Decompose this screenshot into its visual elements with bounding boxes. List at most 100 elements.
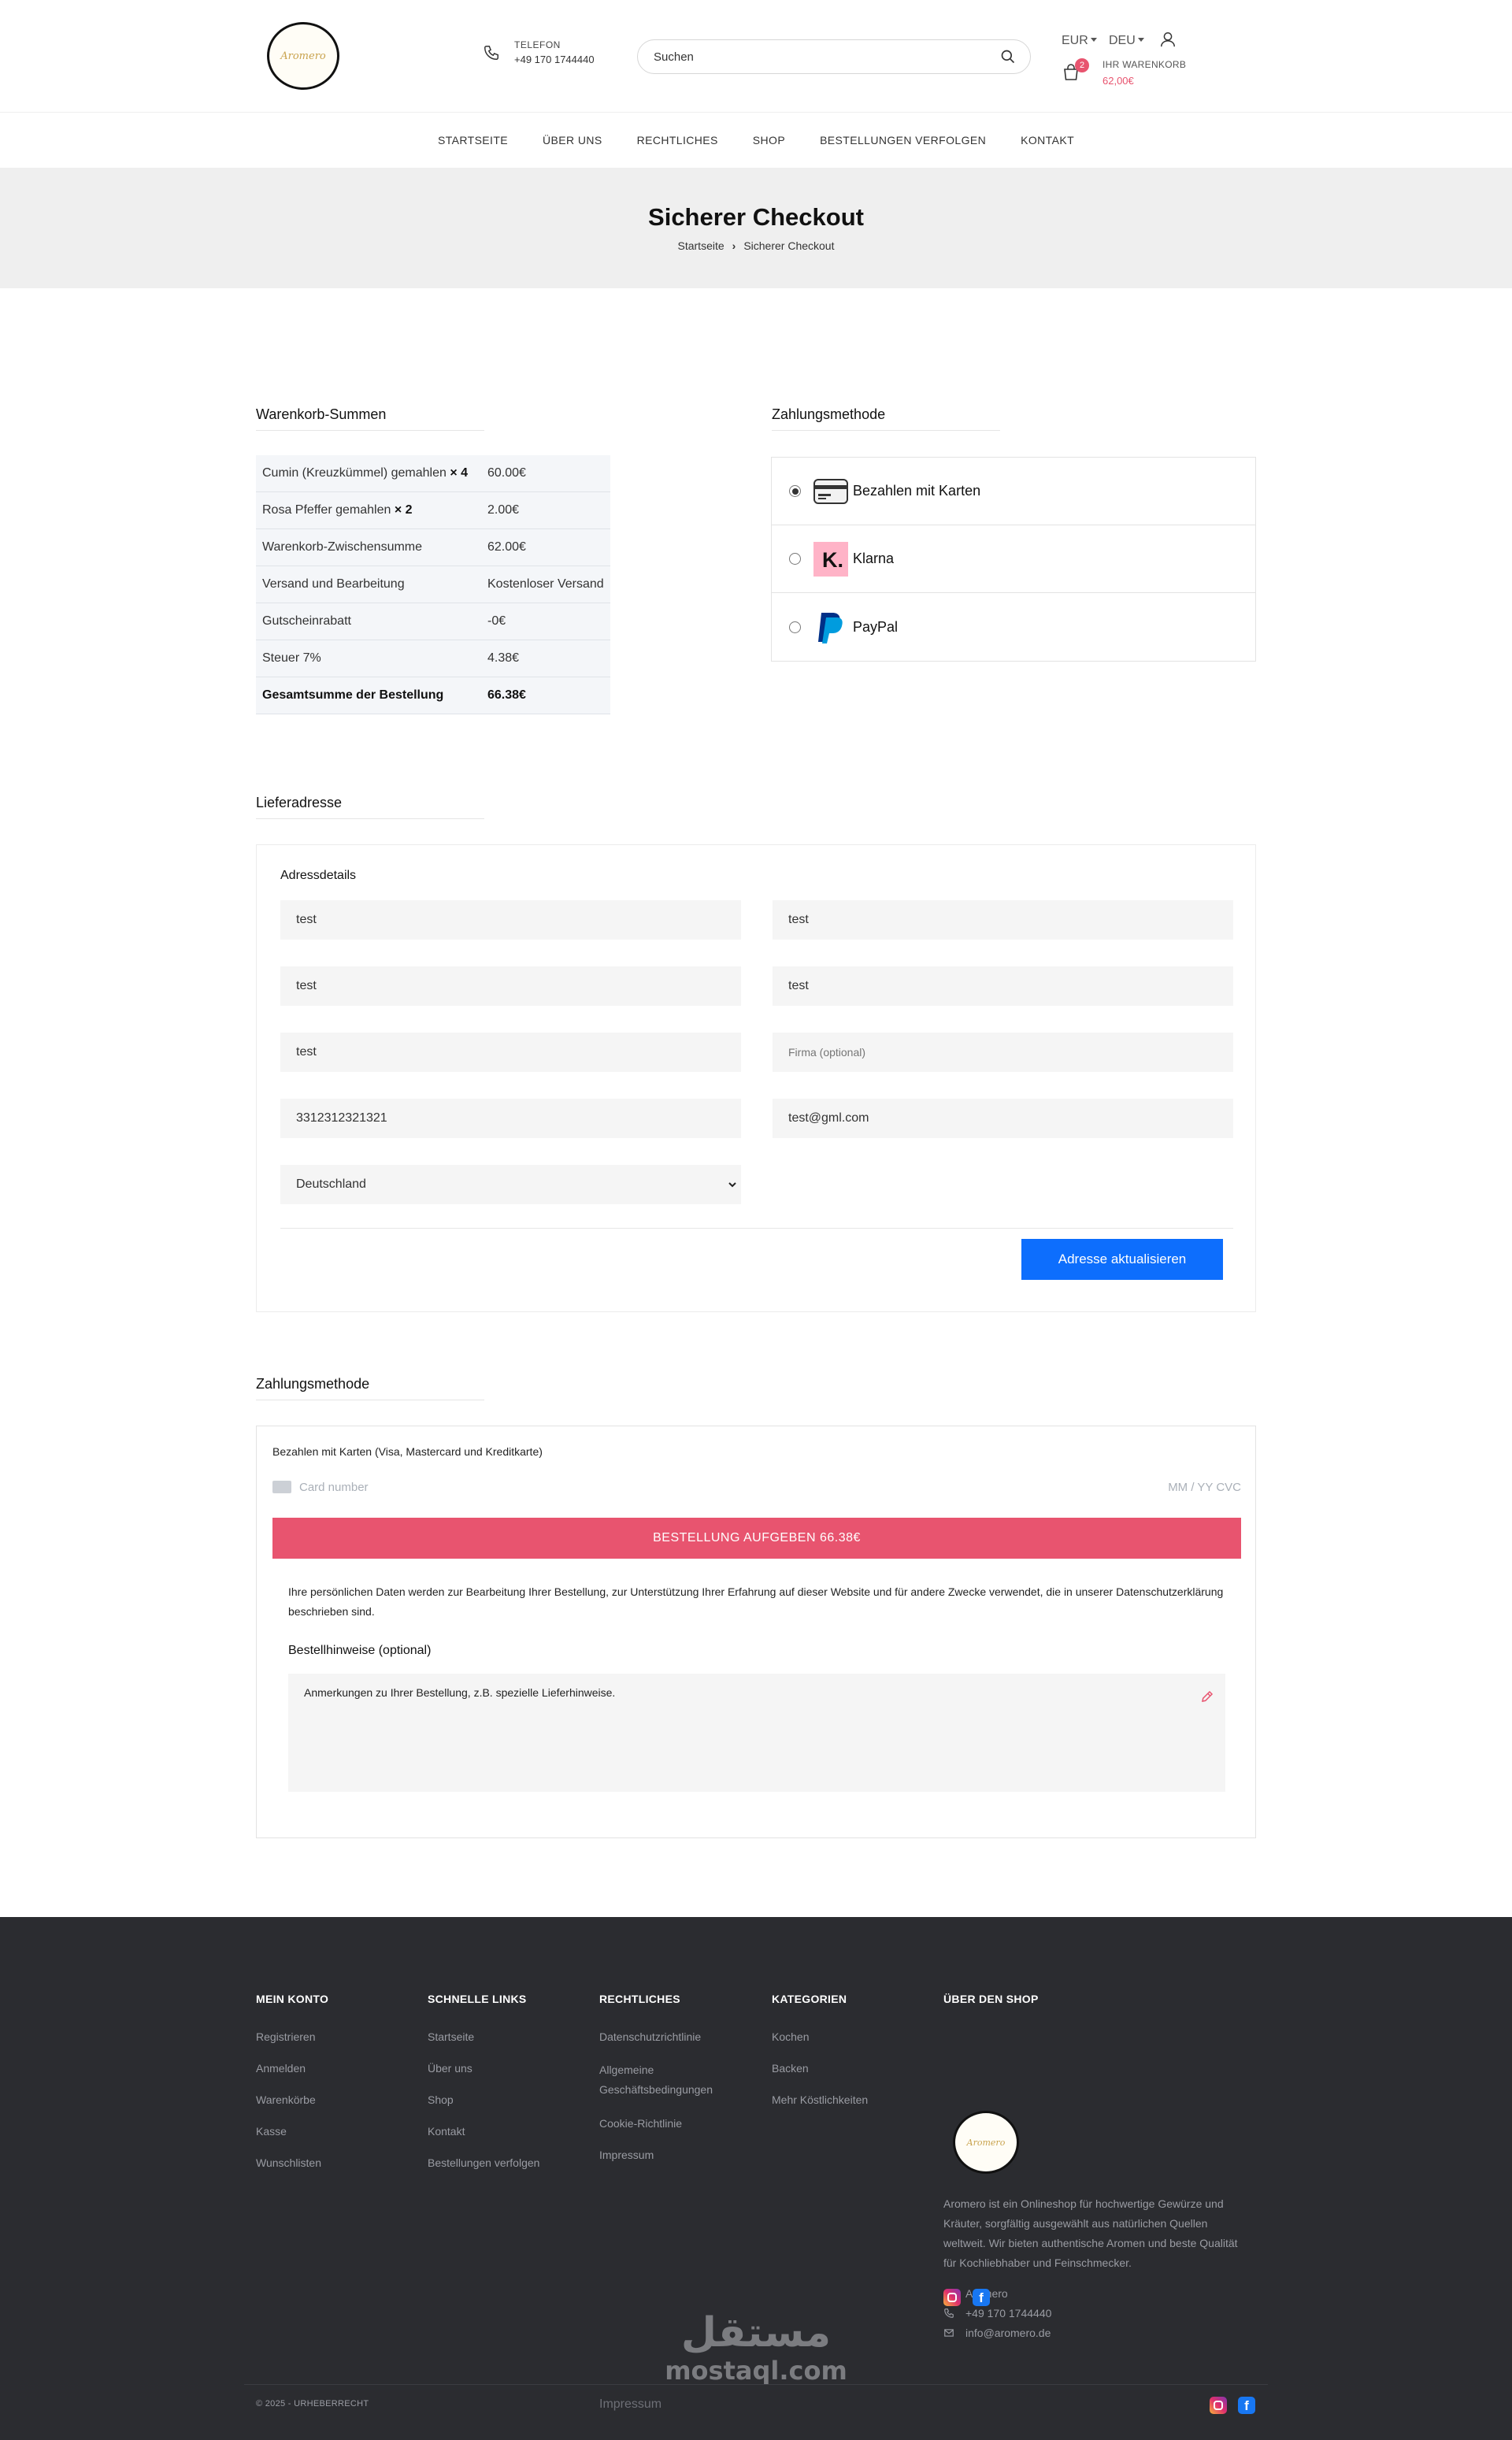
footer-link[interactable]: Kontakt [428,2123,539,2139]
footer-column-title: SCHNELLE LINKS [428,1993,527,2005]
zip-field[interactable] [280,1033,741,1072]
cart-totals-heading: Warenkorb-Summen [256,406,485,431]
klarna-icon: K. [813,541,848,577]
facebook-icon[interactable]: f [973,2289,990,2306]
footer-link[interactable]: Startseite [428,2029,539,2045]
shipping-address-heading: Lieferadresse [256,795,485,819]
paypal-icon [813,610,848,644]
order-notes-label: Bestellhinweise (optional) [288,1644,432,1657]
footer-link[interactable]: Impressum [599,2147,749,2163]
watermark-arabic: مستقل [680,2309,832,2357]
payment-option-paypal[interactable]: PayPal [772,593,1255,661]
divider [244,2384,1268,2385]
footer-link[interactable]: Kasse [256,2123,328,2139]
footer-link[interactable]: Warenkörbe [256,2092,328,2108]
footer-link[interactable]: Anmelden [256,2060,328,2076]
instagram-icon[interactable] [1210,2397,1227,2414]
table-row: Versand und Bearbeitung Kostenloser Vers… [256,566,610,603]
credit-card-icon [813,474,848,509]
totals-item-name: Rosa Pfeffer gemahlen × 2 [256,491,481,529]
card-brand-icon [272,1481,291,1493]
card-input[interactable]: Card number MM / YY CVC [272,1475,1241,1499]
city-field[interactable] [773,966,1233,1006]
phone-field[interactable] [280,1099,741,1138]
country-value: Deutschland [296,1177,366,1191]
payment-option-cards[interactable]: Bezahlen mit Karten [772,458,1255,525]
privacy-notice: Ihre persönlichen Daten werden zur Bearb… [288,1585,1224,1618]
payment-heading: Zahlungsmethode [256,1376,485,1400]
footer-link[interactable]: Backen [772,2060,868,2076]
company-field[interactable] [773,1033,1233,1072]
table-row: Rosa Pfeffer gemahlen × 2 2.00€ [256,491,610,529]
update-address-button[interactable]: Adresse aktualisieren [1021,1239,1223,1280]
footer-link[interactable]: Registrieren [256,2029,328,2045]
totals-item-price: 2.00€ [481,491,610,529]
tax-value: 4.38€ [481,640,610,677]
address-form: Adressdetails Deutschland Adresse aktual… [256,844,1256,1312]
discount-label: Gutscheinrabatt [256,603,481,640]
footer-logo-text: Aromero [966,2137,1006,2148]
order-notes-textarea[interactable] [288,1674,1225,1792]
mail-icon [944,2329,954,2337]
payment-methods-heading: Zahlungsmethode [772,406,1001,431]
subtotal-label: Warenkorb-Zwischensumme [256,528,481,566]
footer-link[interactable]: Allgemeine Geschäftsbedingungen [599,2060,749,2100]
country-select[interactable]: Deutschland [280,1165,741,1204]
place-order-button[interactable]: BESTELLUNG AUFGEBEN 66.38€ [272,1518,1241,1559]
payment-description: Bezahlen mit Karten (Visa, Mastercard un… [272,1445,543,1458]
table-row: Warenkorb-Zwischensumme 62.00€ [256,528,610,566]
payment-radio-cards[interactable] [789,485,801,497]
copyright: © 2025 - URHEBERRECHT [256,2399,369,2408]
facebook-icon[interactable]: f [1238,2397,1255,2414]
footer-link[interactable]: Datenschutzrichtlinie [599,2029,749,2045]
payment-label-klarna: Klarna [853,551,895,566]
cart-totals-table: Cumin (Kreuzkümmel) gemahlen × 4 60.00€ … [256,455,610,714]
street-field[interactable] [280,966,741,1006]
footer-column-title: RECHTLICHES [599,1993,680,2005]
payment-option-klarna[interactable]: K. Klarna [772,525,1255,593]
watermark: مستقل mostaql.com [663,2309,849,2385]
footer-link[interactable]: Shop [428,2092,539,2108]
footer-column-quick-links: SCHNELLE LINKS Startseite Über uns Shop … [428,1993,539,2186]
footer-link[interactable]: Mehr Köstlichkeiten [772,2092,868,2108]
footer-contact-phone: +49 170 1744440 [943,2307,1051,2319]
footer-column-account: MEIN KONTO Registrieren Anmelden Warenkö… [256,1993,328,2186]
footer-imprint-link[interactable]: Impressum [599,2397,662,2412]
footer-link[interactable]: Cookie-Richtlinie [599,2116,749,2131]
footer-contact-email[interactable]: info@aromero.de [943,2327,1051,2339]
card-number-placeholder[interactable]: Card number [299,1481,369,1494]
chevron-down-icon [728,1182,736,1188]
shipping-value: Kostenloser Versand [481,566,610,603]
tax-label: Steuer 7% [256,640,481,677]
grand-total-value: 66.38€ [481,677,610,714]
card-expiry-cvc-placeholder[interactable]: MM / YY CVC [1168,1481,1241,1494]
address-details-heading: Adressdetails [280,869,357,882]
phone-icon [944,2308,954,2318]
subtotal-value: 62.00€ [481,528,610,566]
footer-link[interactable]: Kochen [772,2029,868,2045]
last-name-field[interactable] [773,900,1233,940]
payment-form: Bezahlen mit Karten (Visa, Mastercard un… [256,1426,1256,1838]
first-name-field[interactable] [280,900,741,940]
email-field[interactable] [773,1099,1233,1138]
payment-radio-paypal[interactable] [789,621,801,633]
watermark-latin: mostaql.com [665,2356,847,2386]
footer-column-about: ÜBER DEN SHOP Aromero Aromero ist ein On… [943,1993,1258,2339]
footer-logo: Aromero [953,2111,1019,2174]
grand-total-label: Gesamtsumme der Bestellung [256,677,481,714]
payment-method-list: Bezahlen mit Karten K. Klarna PayPal [771,457,1256,662]
table-row: Gutscheinrabatt -0€ [256,603,610,640]
footer-link[interactable]: Über uns [428,2060,539,2076]
svg-text:K.: K. [822,548,843,572]
divider [280,1228,1233,1229]
footer-link[interactable]: Wunschlisten [256,2155,328,2171]
payment-label-cards: Bezahlen mit Karten [853,483,981,499]
footer-column-title: ÜBER DEN SHOP [943,1993,1039,2005]
table-row: Steuer 7% 4.38€ [256,640,610,677]
payment-radio-klarna[interactable] [789,553,801,565]
instagram-icon[interactable] [943,2289,961,2306]
site-footer: MEIN KONTO Registrieren Anmelden Warenkö… [0,1917,1512,2440]
footer-link[interactable]: Bestellungen verfolgen [428,2155,539,2171]
table-row: Cumin (Kreuzkümmel) gemahlen × 4 60.00€ [256,455,610,492]
table-row: Gesamtsumme der Bestellung 66.38€ [256,677,610,714]
